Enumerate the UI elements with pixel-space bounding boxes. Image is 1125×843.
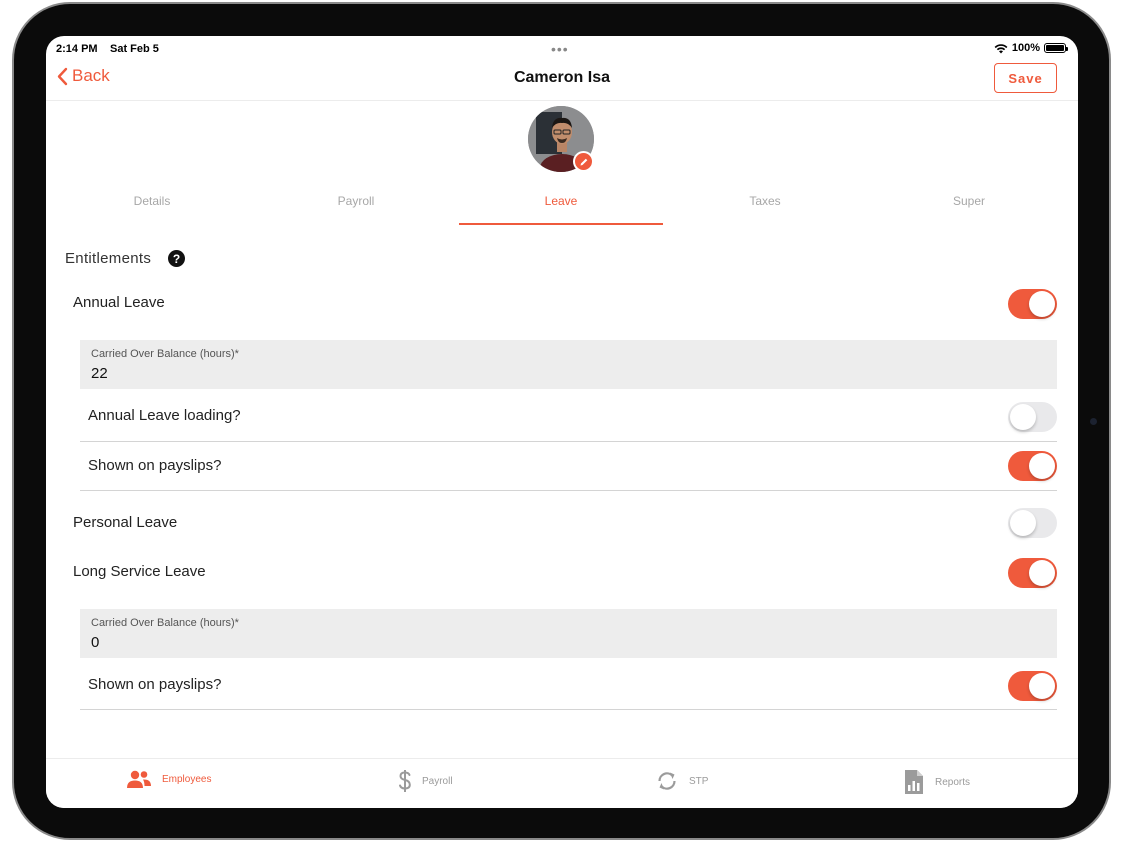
divider bbox=[80, 441, 1057, 442]
annual-leave-balance-field[interactable]: Carried Over Balance (hours)* bbox=[80, 340, 1057, 389]
divider bbox=[80, 490, 1057, 491]
navigation-bar: Back Cameron Isa Save bbox=[46, 58, 1078, 101]
tabbar-payroll[interactable]: Payroll bbox=[398, 769, 453, 793]
tab-super[interactable]: Super bbox=[867, 194, 1071, 208]
bottom-tab-bar: Employees Payroll STP Reports bbox=[46, 758, 1078, 808]
battery-percent: 100% bbox=[1011, 42, 1040, 54]
annual-leave-payslip-label: Shown on payslips? bbox=[88, 457, 222, 474]
tab-payroll[interactable]: Payroll bbox=[254, 194, 458, 208]
tabbar-label: STP bbox=[689, 775, 709, 787]
page-title: Cameron Isa bbox=[513, 69, 611, 86]
annual-leave-label: Annual Leave bbox=[73, 294, 165, 311]
multitask-dots-icon[interactable]: ••• bbox=[551, 41, 569, 57]
personal-leave-label: Personal Leave bbox=[73, 514, 178, 531]
tab-leave[interactable]: Leave bbox=[459, 194, 663, 208]
pencil-icon bbox=[580, 158, 587, 165]
camera-dot bbox=[1090, 418, 1097, 425]
divider bbox=[80, 709, 1057, 710]
help-icon[interactable]: ? bbox=[168, 250, 185, 267]
long-service-balance-field[interactable]: Carried Over Balance (hours)* bbox=[80, 609, 1057, 658]
long-service-payslip-label: Shown on payslips? bbox=[88, 676, 222, 693]
field-label: Carried Over Balance (hours)* bbox=[91, 348, 239, 360]
active-tab-indicator bbox=[459, 223, 663, 225]
tabbar-reports[interactable]: Reports bbox=[903, 769, 970, 795]
battery-icon bbox=[1044, 43, 1068, 53]
status-date: Sat Feb 5 bbox=[110, 43, 159, 55]
field-label: Carried Over Balance (hours)* bbox=[91, 617, 239, 629]
long-service-payslip-toggle[interactable] bbox=[1008, 671, 1057, 701]
wifi-icon bbox=[994, 43, 1008, 53]
annual-leave-toggle[interactable] bbox=[1008, 289, 1057, 319]
annual-leave-balance-input[interactable] bbox=[91, 365, 391, 382]
section-title: Entitlements bbox=[65, 250, 152, 267]
app-screen: 2:14 PM Sat Feb 5 ••• 100% Back Cameron … bbox=[46, 36, 1078, 808]
save-button[interactable]: Save bbox=[994, 63, 1057, 93]
edit-avatar-button[interactable] bbox=[573, 151, 594, 172]
status-time: 2:14 PM bbox=[56, 43, 98, 55]
long-service-leave-label: Long Service Leave bbox=[73, 563, 206, 580]
sync-icon bbox=[658, 772, 676, 790]
tab-bar: Details Payroll Leave Taxes Super bbox=[46, 186, 1078, 226]
tab-details[interactable]: Details bbox=[50, 194, 254, 208]
long-service-leave-toggle[interactable] bbox=[1008, 558, 1057, 588]
tab-taxes[interactable]: Taxes bbox=[663, 194, 867, 208]
tabbar-label: Reports bbox=[935, 776, 971, 788]
people-icon bbox=[127, 770, 151, 788]
tabbar-employees[interactable]: Employees bbox=[126, 769, 211, 789]
status-indicators: 100% bbox=[994, 42, 1068, 54]
tabbar-stp[interactable]: STP bbox=[655, 769, 708, 793]
annual-leave-payslip-toggle[interactable] bbox=[1008, 451, 1057, 481]
long-service-balance-input[interactable] bbox=[91, 634, 391, 651]
tabbar-label: Employees bbox=[162, 773, 212, 785]
annual-leave-loading-label: Annual Leave loading? bbox=[88, 407, 241, 424]
tabbar-label: Payroll bbox=[422, 775, 453, 787]
personal-leave-toggle[interactable] bbox=[1008, 508, 1057, 538]
report-icon bbox=[905, 770, 923, 794]
dollar-icon bbox=[399, 770, 411, 792]
annual-leave-loading-toggle[interactable] bbox=[1008, 402, 1057, 432]
